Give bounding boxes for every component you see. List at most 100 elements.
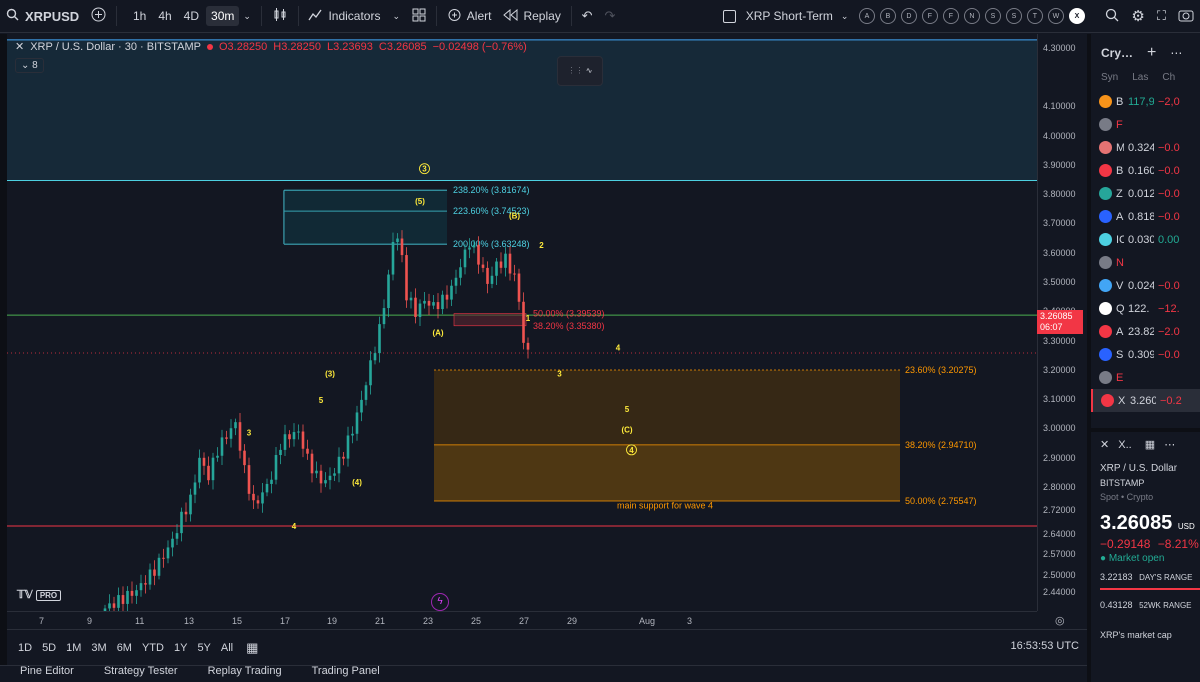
letter-b[interactable]: B [879,8,896,24]
indicator-count-toggle[interactable]: ⌄ 8 [15,58,44,73]
indicators-menu-button[interactable]: ⌄ [386,0,406,33]
watchlist-row[interactable]: IC 0.030 0.00 [1091,228,1200,251]
chart-pane[interactable]: 238.20% (3.81674) 223.60% (3.74523) 200.00… [7,34,1037,611]
watchlist-row[interactable]: Z 0.012 −0.0 [1091,182,1200,205]
letter-f2[interactable]: F [942,8,959,24]
time-tick-11: 29 [567,616,578,626]
candle-body [477,244,480,265]
range-1y[interactable]: 1Y [169,642,192,654]
watchlist-row[interactable]: A' 23.82 −2.0 [1091,320,1200,343]
quick-search-button[interactable] [1099,0,1125,33]
more-icon[interactable]: ⋯ [1164,439,1175,451]
replay-button[interactable]: Replay [497,0,566,33]
layout-select[interactable]: XRP Short-Term ⌄ [717,0,855,33]
legend-low: L3.23693 [327,40,373,53]
letter-t[interactable]: T [1026,8,1043,24]
fullscreen-button[interactable]: ⛶ [1151,0,1172,33]
status-dot-icon: ● [1100,553,1107,564]
candle-body [423,300,426,304]
letter-s2[interactable]: S [1005,8,1022,24]
undo-button[interactable]: ↶ [576,0,599,33]
watchlist-row[interactable]: M 0.324 −0.0 [1091,136,1200,159]
letter-a[interactable]: A [858,8,875,24]
settings-button[interactable]: ⚙ [1125,0,1150,33]
candle-body [261,492,264,504]
time-axis[interactable]: 7 9 11 13 15 17 19 21 23 25 27 29 Aug 3 [7,611,1037,629]
range-all[interactable]: All [216,642,238,654]
watchlist-row[interactable]: A 0.818 −0.0 [1091,205,1200,228]
snapshot-button[interactable] [1172,0,1200,33]
watchlist-row[interactable]: E [1091,366,1200,389]
range-3m[interactable]: 3M [86,642,111,654]
compare-button[interactable] [85,0,112,33]
tab-replay-trading[interactable]: Replay Trading [188,660,292,682]
plus-circle-icon [91,7,106,25]
watchlist-row[interactable]: F [1091,113,1200,136]
grid-icon[interactable]: ▦ [1145,439,1155,451]
axis-settings-icon[interactable]: ◎ [1055,614,1065,627]
redo-button[interactable]: ↷ [599,0,622,33]
watchlist-row[interactable]: N [1091,251,1200,274]
letter-w[interactable]: W [1047,8,1064,24]
coin-icon [1099,233,1112,246]
candle-body [324,480,327,484]
watchlist-row[interactable]: V 0.024 −0.0 [1091,274,1200,297]
watchlist-row[interactable]: S. 0.309 −0.0 [1091,343,1200,366]
candle-body [274,455,278,480]
close-icon[interactable]: ✕ [15,40,24,53]
candle-body [157,557,161,576]
news-headline[interactable]: XRP's market cap [1100,630,1200,640]
timeframe-4d[interactable]: 4D [179,6,204,26]
details-price-main: 3.260 [1100,512,1151,534]
legend-close: C3.26085 [378,40,427,53]
alert-button[interactable]: Alert [441,0,498,33]
more-icon[interactable]: ⋯ [1170,46,1182,60]
utc-clock[interactable]: 16:53:53 UTC [1011,640,1079,652]
time-tick-12: Aug [639,616,656,626]
wave-label-11: 3 [557,370,562,379]
tab-trading-panel[interactable]: Trading Panel [292,660,390,682]
range-5y[interactable]: 5Y [192,642,215,654]
wave-tool-icon[interactable]: ∿ [586,66,593,75]
add-symbol-icon[interactable]: + [1147,44,1156,62]
candle-body [459,267,462,278]
tab-strategy-tester[interactable]: Strategy Tester [84,660,188,682]
watchlist-title[interactable]: Cry… [1101,46,1133,60]
candle-body [486,267,489,284]
chart-canvas[interactable]: 238.20% (3.81674)223.60% (3.74523)200.00… [7,34,1037,611]
coin-icon [1099,210,1112,223]
chart-type-button[interactable] [266,0,294,33]
letter-s[interactable]: S [984,8,1001,24]
watchlist-row[interactable]: Q 122. −12. [1091,297,1200,320]
timeframe-4h[interactable]: 4h [153,6,176,26]
camera-icon [1178,8,1194,25]
range-ytd[interactable]: YTD [137,642,169,654]
symbol-search[interactable]: XRPUSD [0,0,85,33]
watchlist-row[interactable]: B 117,9 −2,0 [1091,90,1200,113]
timeframe-30m[interactable]: 30m [206,6,240,26]
letter-d[interactable]: D [900,8,917,24]
watchlist-row[interactable]: B 0.160 −0.0 [1091,159,1200,182]
drawing-toolbar[interactable]: ⋮⋮ ∿ [557,56,603,86]
range-1d[interactable]: 1D [13,642,37,654]
col-symbol[interactable]: Syn [1101,72,1118,90]
range-1m[interactable]: 1M [61,642,86,654]
watchlist-row[interactable]: X 3.260 −0.2 [1091,389,1200,412]
day-range-label: DAY'S RANGE [1139,573,1193,582]
col-last[interactable]: Las [1132,72,1148,90]
range-6m[interactable]: 6M [112,642,137,654]
indicators-button[interactable]: Indicators [302,0,386,33]
letter-n[interactable]: N [963,8,980,24]
date-range-icon[interactable]: ▦ [246,640,258,656]
layouts-button[interactable] [406,0,432,33]
tab-pine-editor[interactable]: Pine Editor [0,660,84,682]
details-symbol-short: X.. [1118,439,1132,451]
candle-body [193,482,197,495]
timeframe-1h[interactable]: 1h [128,6,151,26]
col-change[interactable]: Ch [1162,72,1175,90]
letter-x[interactable]: X [1068,8,1085,24]
range-5d[interactable]: 5D [37,642,61,654]
lightning-icon[interactable]: ϟ [431,593,449,611]
chevron-down-icon[interactable]: ⌄ [243,11,251,22]
letter-f[interactable]: F [921,8,938,24]
